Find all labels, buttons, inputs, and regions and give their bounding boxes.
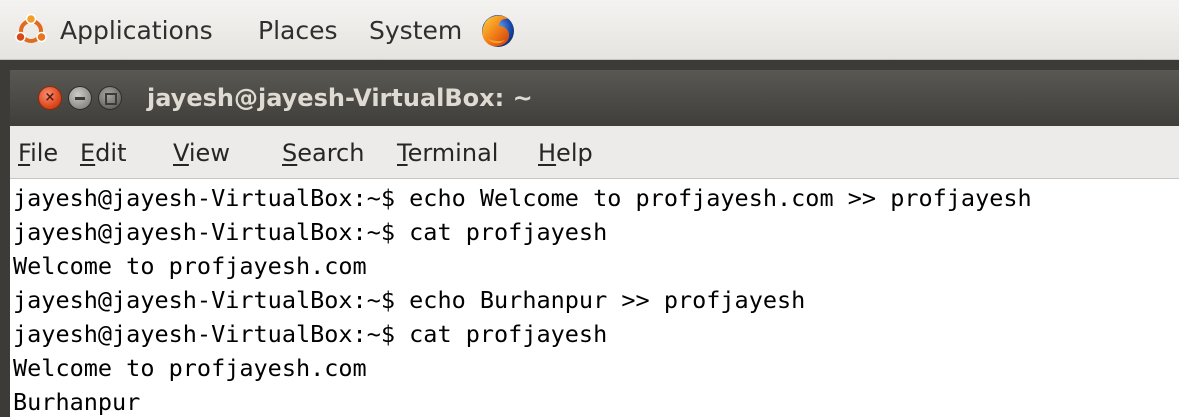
menu-terminal[interactable]: Terminal (397, 138, 498, 168)
terminal-line: Welcome to profjayesh.com (13, 252, 367, 280)
menu-terminal-mnemonic: T (397, 139, 408, 167)
menu-view-mnemonic: V (173, 139, 189, 167)
menu-search[interactable]: Search (282, 138, 364, 168)
close-icon: × (44, 90, 56, 105)
menu-file[interactable]: File (18, 138, 58, 168)
menu-view-rest: iew (188, 139, 230, 167)
ubuntu-logo-icon[interactable] (14, 14, 48, 48)
panel-menu-applications[interactable]: Applications (60, 16, 213, 46)
menu-search-rest: earch (297, 139, 365, 167)
menu-view[interactable]: View (173, 138, 230, 168)
top-panel: Applications Places System (0, 0, 1179, 60)
menu-help-mnemonic: H (538, 139, 557, 167)
minimize-button[interactable] (68, 86, 92, 110)
terminal-line: Welcome to profjayesh.com (13, 354, 367, 382)
menu-search-mnemonic: S (282, 139, 298, 167)
maximize-icon (105, 93, 117, 105)
panel-menu-system[interactable]: System (369, 16, 462, 46)
menu-help[interactable]: Help (538, 138, 593, 168)
terminal-line: jayesh@jayesh-VirtualBox:~$ echo Welcome… (13, 184, 1032, 212)
maximize-button[interactable] (98, 86, 122, 110)
close-button[interactable]: × (38, 86, 62, 110)
firefox-icon[interactable] (478, 11, 518, 51)
terminal-output[interactable]: jayesh@jayesh-VirtualBox:~$ echo Welcome… (10, 179, 1179, 417)
menu-file-mnemonic: F (18, 139, 31, 167)
menu-edit[interactable]: Edit (80, 138, 126, 168)
window-title: jayesh@jayesh-VirtualBox: ~ (147, 84, 533, 112)
terminal-line: jayesh@jayesh-VirtualBox:~$ echo Burhanp… (13, 286, 806, 314)
menu-edit-mnemonic: E (80, 139, 96, 167)
menu-help-rest: elp (556, 139, 593, 167)
menu-file-rest: ile (30, 139, 59, 167)
panel-menu-places[interactable]: Places (258, 16, 338, 46)
minimize-icon (75, 97, 85, 100)
terminal-line: Burhanpur (13, 388, 141, 416)
terminal-line: jayesh@jayesh-VirtualBox:~$ cat profjaye… (13, 218, 608, 246)
menu-terminal-rest: erminal (407, 139, 499, 167)
window-titlebar[interactable]: × jayesh@jayesh-VirtualBox: ~ (10, 70, 1179, 126)
terminal-line: jayesh@jayesh-VirtualBox:~$ cat profjaye… (13, 320, 608, 348)
menu-edit-rest: dit (95, 139, 127, 167)
menubar: File Edit View Search Terminal Help (10, 126, 1179, 179)
